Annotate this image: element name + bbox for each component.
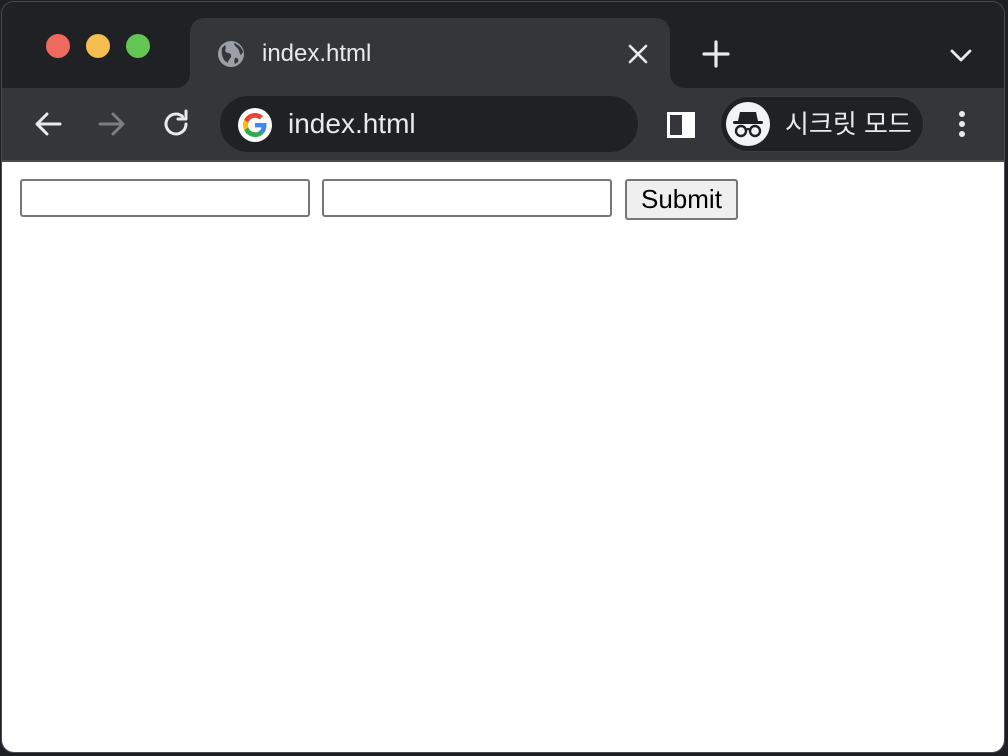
side-panel-icon[interactable] (666, 110, 696, 140)
close-window-button[interactable] (46, 34, 70, 58)
incognito-label: 시크릿 모드 (785, 109, 912, 139)
tab-active[interactable]: index.html (190, 18, 670, 88)
tab-title: index.html (262, 40, 372, 67)
incognito-profile-button[interactable]: 시크릿 모드 (720, 96, 924, 152)
submit-button[interactable]: Submit (625, 179, 738, 220)
browser-window: index.html index.html 시크릿 모드 Submit (2, 2, 1004, 752)
zoom-window-button[interactable] (126, 34, 150, 58)
text-input-2[interactable] (322, 179, 612, 217)
new-tab-icon[interactable] (698, 36, 734, 72)
google-g-icon (238, 108, 272, 142)
text-input-1[interactable] (20, 179, 310, 217)
reload-icon[interactable] (158, 106, 194, 142)
minimize-window-button[interactable] (86, 34, 110, 58)
back-arrow-icon[interactable] (30, 106, 66, 142)
forward-arrow-icon[interactable] (94, 106, 130, 142)
close-tab-icon[interactable] (624, 40, 652, 68)
address-bar[interactable]: index.html (220, 96, 638, 152)
tab-strip: index.html (2, 2, 1004, 88)
chevron-down-icon[interactable] (946, 40, 976, 70)
toolbar: index.html 시크릿 모드 (2, 88, 1004, 162)
incognito-icon (726, 102, 770, 146)
more-menu-icon[interactable] (946, 108, 978, 140)
address-text: index.html (288, 108, 416, 139)
globe-icon (216, 39, 246, 69)
page-content: Submit (2, 162, 1004, 752)
